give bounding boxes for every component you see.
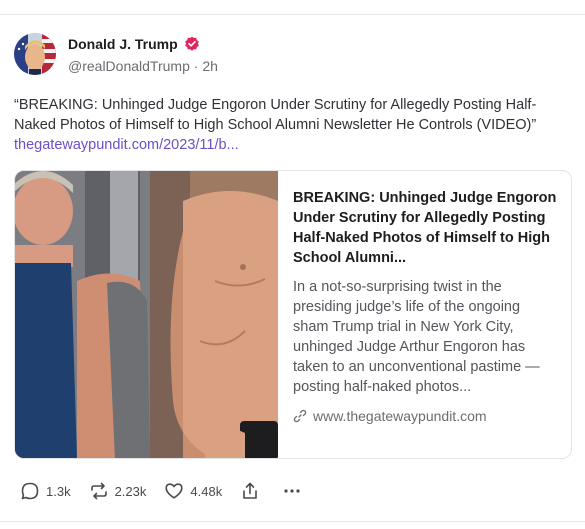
reply-count: 1.3k bbox=[46, 483, 71, 499]
like-button[interactable]: 4.48k bbox=[164, 481, 222, 501]
link-preview-domain-row: www.thegatewaypundit.com bbox=[293, 408, 557, 424]
repost-button[interactable]: 2.23k bbox=[89, 481, 147, 501]
author-name-row: Donald J. Trump bbox=[68, 35, 200, 53]
link-preview-body: BREAKING: Unhinged Judge Engoron Under S… bbox=[293, 188, 557, 424]
heart-icon bbox=[165, 483, 183, 499]
preview-photo bbox=[15, 171, 278, 458]
avatar-image bbox=[14, 33, 56, 75]
share-icon bbox=[243, 482, 258, 499]
more-options-button[interactable] bbox=[282, 481, 302, 501]
post-actions: 1.3k 2.23k 4.48k bbox=[20, 480, 320, 502]
post-text: “BREAKING: Unhinged Judge Engoron Under … bbox=[14, 95, 574, 155]
bottom-divider bbox=[0, 521, 585, 522]
share-button[interactable] bbox=[240, 481, 260, 501]
link-preview-image bbox=[15, 171, 278, 458]
link-preview-domain: www.thegatewaypundit.com bbox=[313, 408, 487, 424]
top-divider bbox=[0, 14, 585, 15]
link-preview-title[interactable]: BREAKING: Unhinged Judge Engoron Under S… bbox=[293, 188, 557, 268]
post-link[interactable]: thegatewaypundit.com/2023/11/b... bbox=[14, 137, 239, 153]
more-icon bbox=[284, 489, 300, 493]
post-timestamp[interactable]: 2h bbox=[202, 58, 218, 74]
time-separator: · bbox=[193, 58, 199, 74]
link-preview-description: In a not-so-surprising twist in the pres… bbox=[293, 279, 540, 395]
link-preview-card[interactable]: BREAKING: Unhinged Judge Engoron Under S… bbox=[14, 170, 572, 459]
post-body: “BREAKING: Unhinged Judge Engoron Under … bbox=[14, 97, 537, 133]
reply-icon bbox=[21, 482, 39, 500]
like-count: 4.48k bbox=[190, 483, 223, 499]
author-handle-row: @realDonaldTrump · 2h bbox=[68, 58, 218, 74]
author-avatar[interactable] bbox=[14, 33, 56, 75]
reply-button[interactable]: 1.3k bbox=[20, 481, 71, 501]
author-display-name[interactable]: Donald J. Trump bbox=[68, 36, 178, 52]
author-handle[interactable]: @realDonaldTrump bbox=[68, 58, 190, 74]
repost-count: 2.23k bbox=[114, 483, 147, 499]
link-icon bbox=[293, 409, 307, 423]
verified-badge-icon bbox=[184, 36, 199, 51]
repost-icon bbox=[90, 482, 107, 500]
